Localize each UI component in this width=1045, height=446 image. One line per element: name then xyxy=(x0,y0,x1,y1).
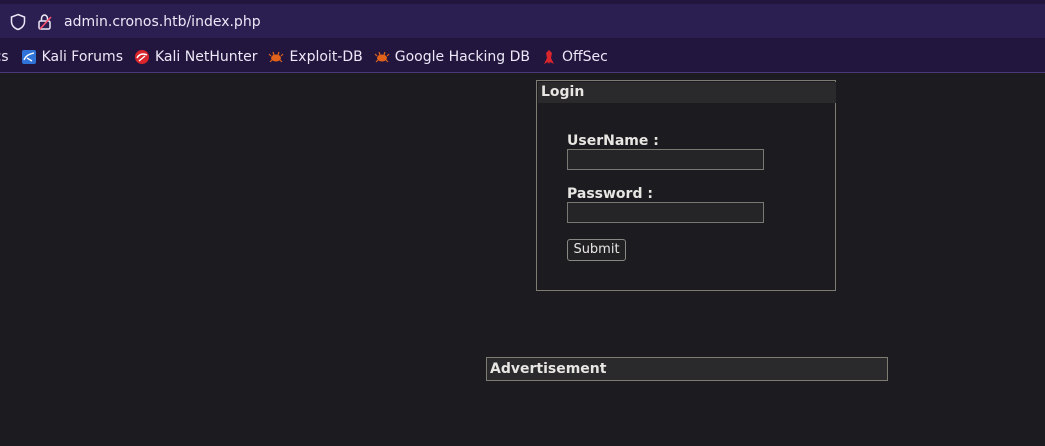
submit-button[interactable]: Submit xyxy=(567,239,626,261)
bookmark-label: Kali Forums xyxy=(41,49,123,65)
login-form: Login UserName : Password : Submit xyxy=(536,80,836,291)
bookmark-offsec[interactable]: OffSec xyxy=(541,45,608,69)
kali-nethunter-icon xyxy=(135,50,149,64)
lock-icon[interactable] xyxy=(36,13,54,31)
url-text[interactable]: admin.cronos.htb/index.php xyxy=(64,13,261,31)
username-input[interactable] xyxy=(567,149,764,170)
advertisement-legend: Advertisement xyxy=(486,357,888,381)
bookmarks-toolbar: ocs Kali Forums Kali NetHunter Exploit-D… xyxy=(0,44,1045,70)
kali-forums-icon xyxy=(21,50,36,64)
bookmark-label: Kali NetHunter xyxy=(155,49,258,65)
bookmark-label: OffSec xyxy=(561,49,608,65)
login-legend: Login xyxy=(538,82,836,103)
bookmark-docs[interactable]: ocs xyxy=(0,45,9,69)
bookmark-google-hacking-db[interactable]: Google Hacking DB xyxy=(374,45,530,69)
password-input[interactable] xyxy=(567,202,764,223)
password-label: Password : xyxy=(567,186,653,202)
offsec-icon xyxy=(543,50,554,64)
bookmark-kali-nethunter[interactable]: Kali NetHunter xyxy=(134,45,257,69)
shield-icon[interactable] xyxy=(9,13,27,31)
username-label: UserName : xyxy=(567,133,659,149)
url-bar[interactable]: admin.cronos.htb/index.php xyxy=(0,4,1045,38)
exploit-db-icon xyxy=(269,51,284,63)
bookmark-label: ocs xyxy=(0,49,9,65)
bookmark-exploit-db[interactable]: Exploit-DB xyxy=(268,45,363,69)
bookmark-label: Exploit-DB xyxy=(289,49,363,65)
bookmark-label: Google Hacking DB xyxy=(394,49,530,65)
bookmark-kali-forums[interactable]: Kali Forums xyxy=(21,45,123,69)
browser-chrome: admin.cronos.htb/index.php ocs Kali Foru… xyxy=(0,0,1045,73)
ghdb-icon xyxy=(374,51,390,63)
